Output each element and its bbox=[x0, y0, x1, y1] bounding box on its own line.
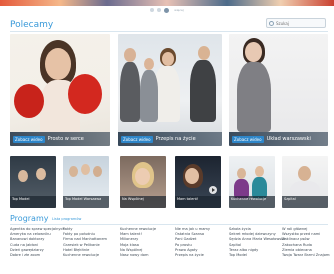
thumbnail-caption[interactable]: Kuchenne rewolucje bbox=[229, 196, 275, 208]
person-face bbox=[93, 166, 102, 177]
person-face bbox=[144, 58, 154, 70]
thumbnail-caption[interactable]: Szpital bbox=[282, 196, 328, 208]
program-column: W roli głównej Wszystko przed nami Zakli… bbox=[282, 227, 330, 258]
video-badge[interactable]: Zobacz wideo bbox=[232, 135, 264, 143]
thumbnail-card[interactable]: Kuchenne rewolucje bbox=[229, 156, 275, 208]
programs-list-link[interactable]: Lista programów bbox=[52, 217, 81, 221]
pager-dot-active[interactable] bbox=[164, 7, 170, 13]
program-link[interactable]: Twoja Twarz Brzmi Znajomo bbox=[282, 253, 330, 258]
thumbnail-card[interactable]: Szpital bbox=[282, 156, 328, 208]
person-face bbox=[198, 46, 210, 60]
person-face bbox=[255, 166, 264, 177]
thumbnail-card[interactable]: Top Model bbox=[10, 156, 56, 208]
person-face bbox=[245, 42, 262, 62]
program-column: Nie ma jak u mamy Ostatnia Szansa Pani G… bbox=[175, 227, 237, 258]
featured-caption: Zobacz wideo Przepis na życie bbox=[118, 132, 222, 146]
video-badge[interactable]: Zobacz wideo bbox=[121, 135, 153, 143]
person-body bbox=[140, 70, 158, 122]
person-face bbox=[81, 164, 90, 175]
thumbnail-caption[interactable]: Na Wspólnej bbox=[120, 196, 166, 208]
featured-card[interactable]: Zobacz wideo Prosto w serce bbox=[10, 34, 110, 146]
person-body bbox=[120, 62, 140, 122]
person-face bbox=[69, 166, 78, 177]
person-body bbox=[237, 62, 271, 132]
pager-label[interactable]: więcej bbox=[174, 8, 183, 12]
person-face bbox=[18, 170, 28, 182]
search-box[interactable] bbox=[266, 18, 326, 28]
pager-dot[interactable] bbox=[150, 8, 155, 12]
featured-caption: Zobacz wideo Układ warszawski bbox=[229, 132, 328, 146]
person-face bbox=[135, 168, 150, 185]
person-face bbox=[36, 168, 46, 180]
pager-dot[interactable] bbox=[157, 8, 162, 12]
program-link[interactable]: Przepis na życie bbox=[175, 253, 237, 258]
thumbnail-caption[interactable]: Top Model Warszawa bbox=[63, 196, 109, 208]
person-face bbox=[298, 166, 311, 181]
featured-title[interactable]: Przepis na życie bbox=[156, 136, 196, 142]
thumbnail-caption[interactable]: Top Model bbox=[10, 196, 56, 208]
section-divider bbox=[10, 224, 328, 225]
section-title-polecamy: Polecamy bbox=[10, 20, 54, 30]
search-input[interactable] bbox=[276, 20, 322, 26]
person-face bbox=[124, 48, 136, 62]
section-divider bbox=[10, 31, 328, 32]
boxing-glove-left bbox=[14, 84, 44, 118]
search-icon[interactable] bbox=[269, 20, 274, 26]
play-icon[interactable] bbox=[209, 186, 217, 194]
person-face bbox=[237, 168, 246, 179]
person-face bbox=[45, 48, 71, 80]
thumbnail-card[interactable]: Na Wspólnej bbox=[120, 156, 166, 208]
person-body bbox=[190, 60, 216, 122]
program-link[interactable]: Nasz nowy dom bbox=[120, 253, 182, 258]
featured-title[interactable]: Układ warszawski bbox=[267, 136, 311, 142]
person-face bbox=[185, 168, 199, 184]
boxing-glove-right bbox=[68, 74, 102, 114]
person-face bbox=[162, 52, 174, 66]
program-column: Kuchenne rewolucje Mam talent! Milionerz… bbox=[120, 227, 182, 258]
featured-title[interactable]: Prosto w serce bbox=[48, 136, 84, 142]
featured-caption: Zobacz wideo Prosto w serce bbox=[10, 132, 110, 146]
thumbnail-caption[interactable]: Mam talent! bbox=[175, 196, 221, 208]
featured-card[interactable]: Zobacz wideo Układ warszawski bbox=[229, 34, 328, 146]
section-title-programy: Programy bbox=[10, 214, 49, 223]
carousel-pager: więcej bbox=[0, 6, 334, 14]
program-link[interactable]: Kuchenne rewolucje bbox=[63, 253, 125, 258]
thumbnail-card[interactable]: Top Model Warszawa bbox=[63, 156, 109, 208]
thumbnail-card[interactable]: Mam talent! bbox=[175, 156, 221, 208]
program-column: Fakty Fakty po południu Firma nad Manhat… bbox=[63, 227, 125, 258]
featured-card[interactable]: Zobacz wideo Przepis na życie bbox=[118, 34, 222, 146]
video-badge[interactable]: Zobacz wideo bbox=[13, 135, 45, 143]
